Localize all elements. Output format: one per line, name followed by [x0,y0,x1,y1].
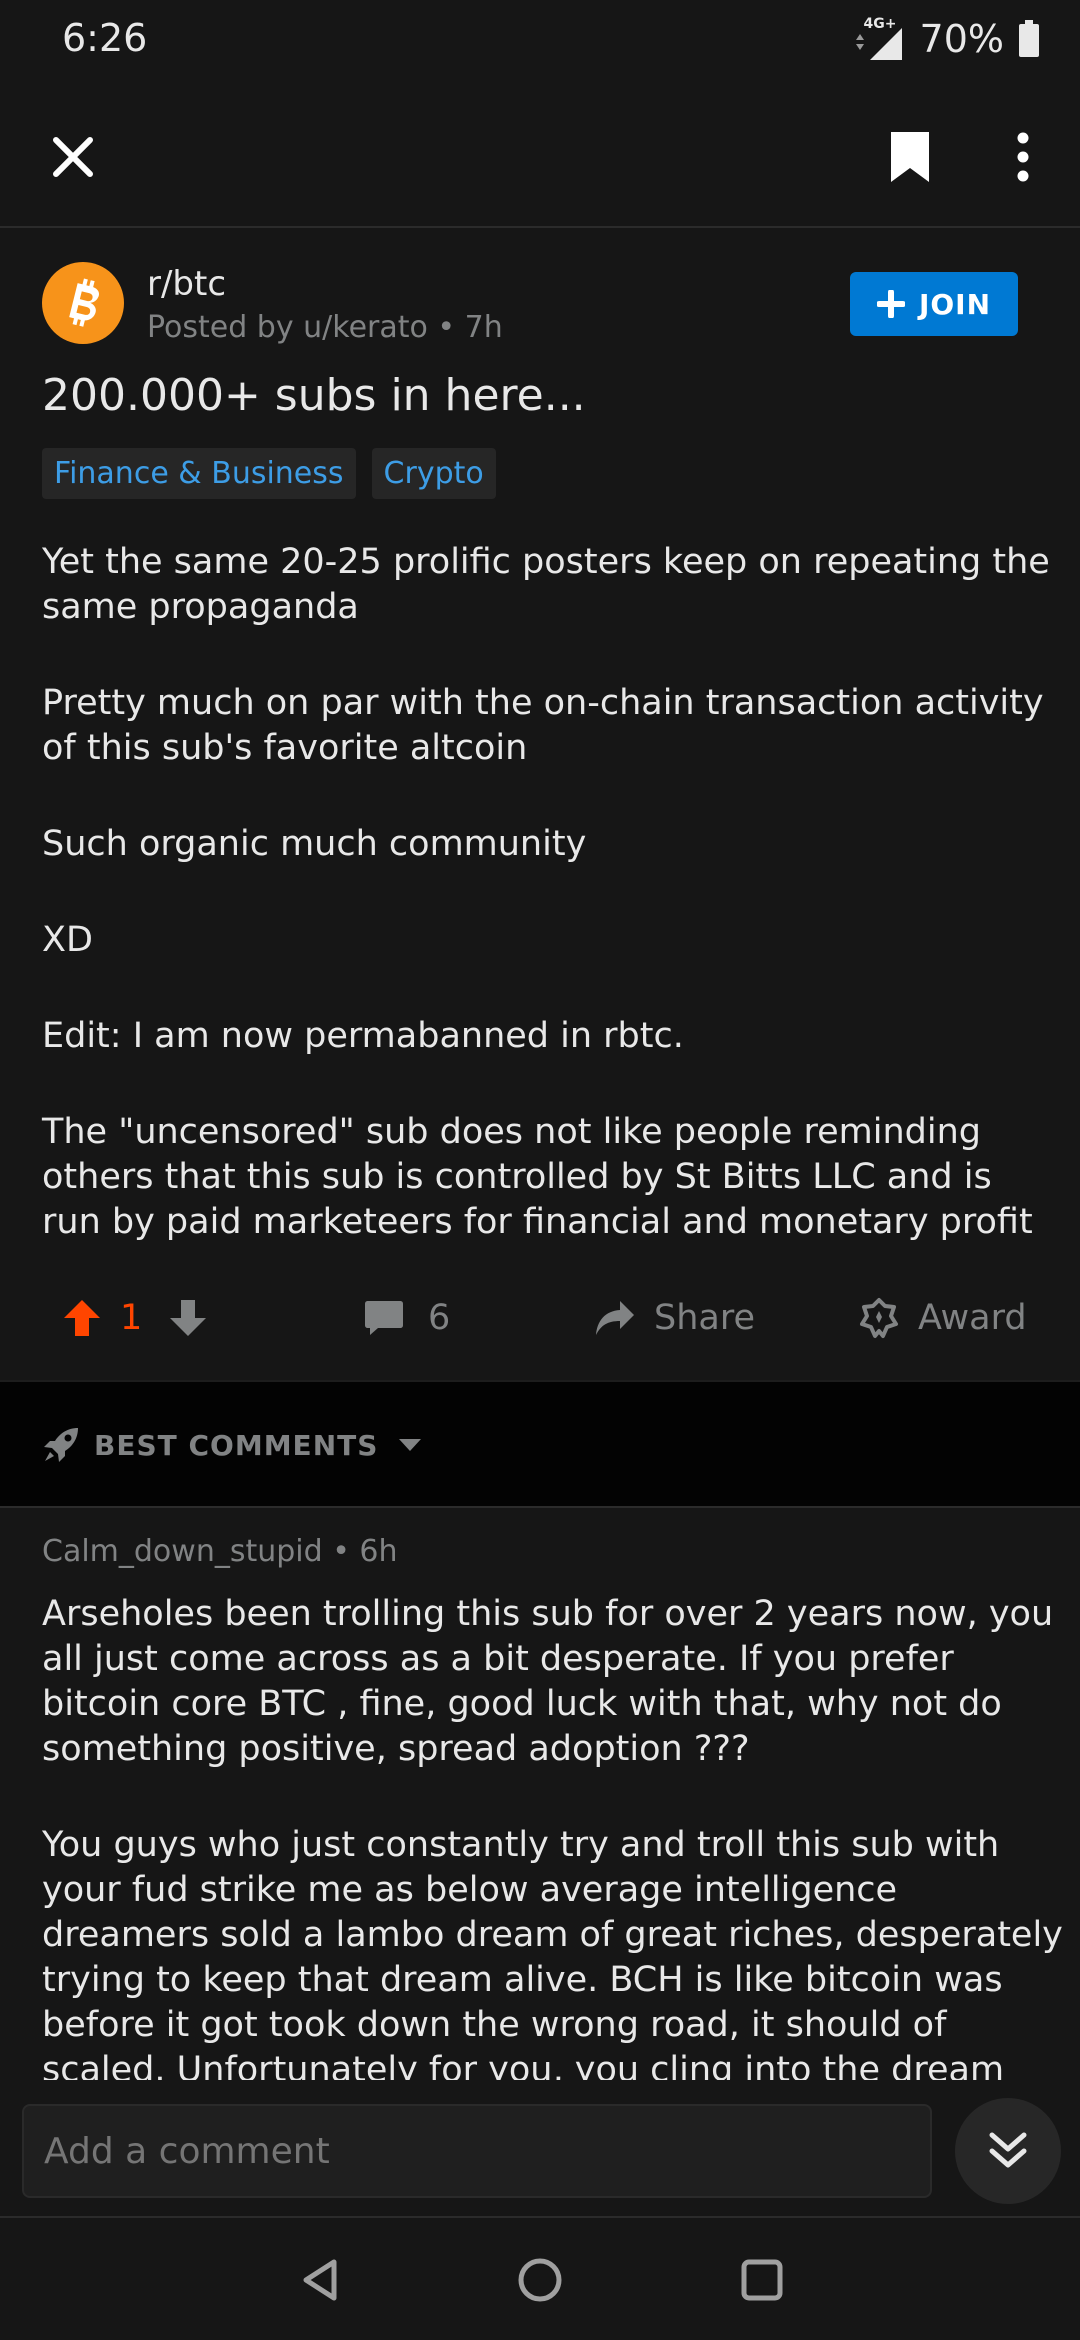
comment-paragraph: Arseholes been trolling this sub for ove… [42,1594,1054,1769]
join-label: JOIN [918,287,992,321]
back-button[interactable] [290,2250,350,2310]
comment-sort-bar: BEST COMMENTS [0,1380,1080,1508]
comment-body: Arseholes been trolling this sub for ove… [42,1592,1072,2080]
flair-tag[interactable]: Finance & Business [42,448,356,499]
next-comment-button[interactable] [955,2098,1061,2204]
sort-label: BEST COMMENTS [94,1428,379,1462]
post-paragraph: The "uncensored" sub does not like peopl… [42,1112,1033,1242]
status-bar: 6:26 4G+ 70% [0,0,1080,80]
post-paragraph: XD [42,920,93,960]
home-button[interactable] [510,2250,570,2310]
close-button[interactable] [36,120,110,194]
share-icon [596,1301,634,1335]
flair-list: Finance & Business Crypto [42,448,496,499]
comments-button[interactable]: 6 [364,1268,450,1368]
comment-input[interactable] [22,2104,932,2198]
comment: Calm_down_stupid • 6h Arseholes been tro… [0,1510,1080,2080]
award-label: Award [918,1298,1027,1338]
share-label: Share [654,1298,756,1338]
caret-down-icon [399,1439,422,1451]
vote-score: 1 [120,1298,143,1338]
status-icons: 4G+ 70% [850,16,1040,62]
post-paragraph: Yet the same 20-25 prolific posters keep… [42,542,1050,627]
recents-icon [741,2259,783,2301]
battery-percent: 70% [919,17,1004,61]
comment-icon [365,1301,403,1335]
bitcoin-icon [69,278,99,327]
signal-icon: 4G+ [850,16,906,62]
downvote-icon[interactable] [168,1298,208,1338]
close-icon [53,137,93,177]
post-paragraph: Edit: I am now permabanned in rbtc. [42,1016,684,1056]
more-vert-icon [1017,132,1029,182]
status-time: 6:26 [62,16,148,60]
battery-icon [1019,20,1039,57]
chevrons-down-icon [989,2132,1027,2168]
post-body: Yet the same 20-25 prolific posters keep… [42,540,1052,1296]
flair-tag[interactable]: Crypto [371,448,496,499]
join-button[interactable]: JOIN [850,272,1018,336]
comment-author-meta[interactable]: Calm_down_stupid • 6h [42,1534,398,1569]
vote-control: 1 [62,1268,208,1368]
home-icon [518,2258,562,2302]
comment-sort-button[interactable]: BEST COMMENTS [42,1426,422,1464]
plus-icon [876,290,905,318]
subreddit-name[interactable]: r/btc [147,264,226,304]
comment-compose-bar [0,2080,1080,2216]
post-title: 200.000+ subs in here... [42,370,586,421]
comment-count: 6 [428,1298,451,1338]
award-icon [860,1298,898,1338]
comment-paragraph: You guys who just constantly try and tro… [42,1825,1063,2080]
top-app-bar [0,80,1080,228]
award-button[interactable]: Award [858,1268,1027,1368]
system-navigation-bar [0,2216,1080,2340]
post-paragraph: Such organic much community [42,824,587,864]
recents-button[interactable] [732,2250,792,2310]
bookmark-button[interactable] [870,120,950,194]
subreddit-avatar[interactable] [42,262,124,344]
share-button[interactable]: Share [594,1268,755,1368]
back-icon [303,2259,337,2301]
post-meta[interactable]: Posted by u/kerato • 7h [147,310,503,345]
rocket-icon [44,1428,78,1462]
upvote-icon[interactable] [62,1298,102,1338]
more-options-button[interactable] [1000,120,1046,194]
post-action-bar: 1 6 Share Award [0,1268,1080,1368]
post-paragraph: Pretty much on par with the on-chain tra… [42,683,1044,768]
bookmark-icon [891,132,929,182]
